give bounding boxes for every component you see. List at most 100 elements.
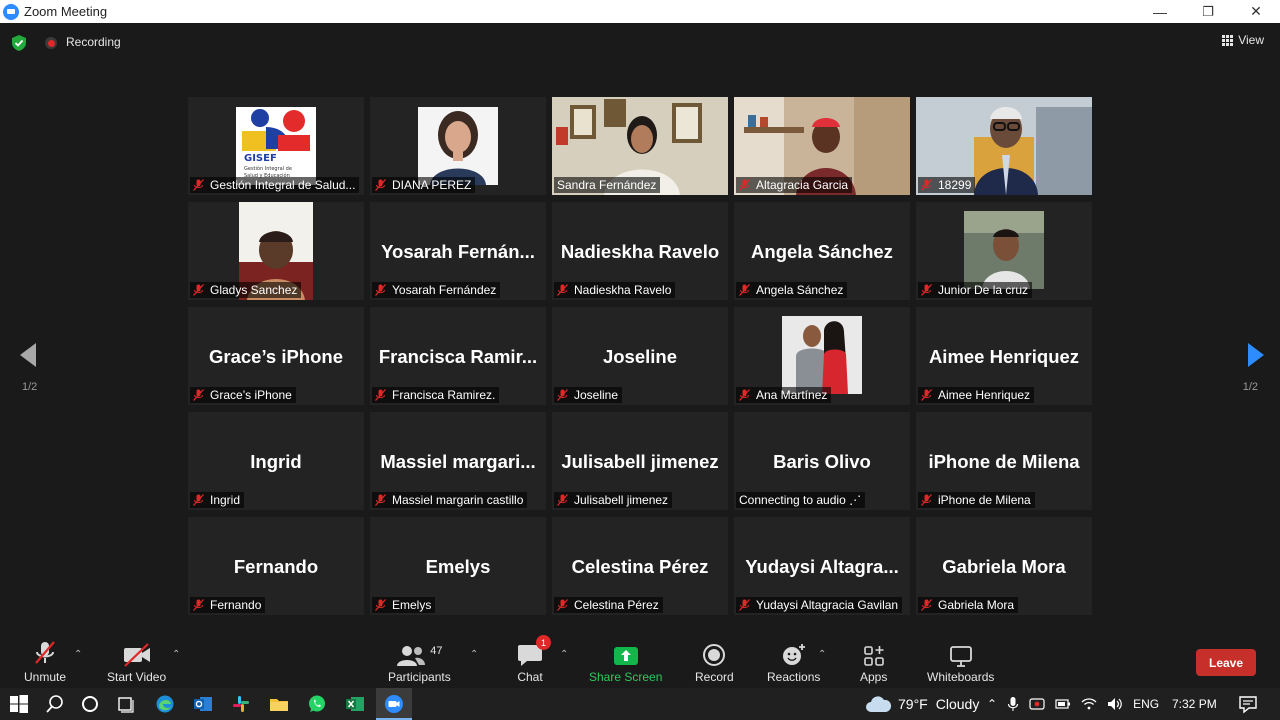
participant-tile[interactable]: Celestina Pérez Celestina Pérez xyxy=(552,517,728,615)
participants-count: 47 xyxy=(430,645,443,657)
search-icon[interactable] xyxy=(45,694,65,714)
participant-tile[interactable]: Baris Olivo Connecting to audio ⋰ xyxy=(734,412,910,510)
chat-options-chevron-icon[interactable]: ⌃ xyxy=(560,649,568,660)
audio-options-chevron-icon[interactable]: ⌃ xyxy=(74,649,82,660)
wifi-icon[interactable] xyxy=(1081,696,1097,712)
previous-page-icon[interactable] xyxy=(18,343,42,367)
recording-status[interactable]: Recording xyxy=(66,35,121,49)
participant-name-label: Emelys xyxy=(372,597,436,613)
participant-tile[interactable]: iPhone de Milena iPhone de Milena xyxy=(916,412,1092,510)
participant-name-label: 18299 xyxy=(918,177,976,193)
participant-tile[interactable]: 18299 xyxy=(916,97,1092,195)
participant-tile[interactable]: Sandra Fernández xyxy=(552,97,728,195)
edge-browser-icon[interactable] xyxy=(155,694,175,714)
participant-photo xyxy=(418,107,498,185)
participant-photo xyxy=(964,211,1044,289)
page-indicator-right: 1/2 xyxy=(1242,381,1258,393)
participant-name-label: Massiel margarin castillo xyxy=(372,492,528,508)
leave-button[interactable]: Leave xyxy=(1196,649,1256,676)
windows-taskbar: 79°F Cloudy ⌃ ENG 7:32 PM xyxy=(0,688,1280,720)
restore-button[interactable]: ❐ xyxy=(1184,0,1232,23)
participant-tile[interactable]: Altagracia Garcia xyxy=(734,97,910,195)
participant-tile[interactable]: Fernando Fernando xyxy=(188,517,364,615)
participant-tile[interactable]: Yudaysi Altagra... Yudaysi Altagracia Gav… xyxy=(734,517,910,615)
participant-tile[interactable]: Aimee Henriquez Aimee Henriquez xyxy=(916,307,1092,405)
battery-icon[interactable] xyxy=(1055,696,1071,712)
participants-options-chevron-icon[interactable]: ⌃ xyxy=(470,649,478,660)
participant-tile[interactable]: Nadieskha Ravelo Nadieskha Ravelo xyxy=(552,202,728,300)
excel-icon[interactable] xyxy=(345,694,365,714)
participant-display-name: Grace’s iPhone xyxy=(208,346,343,367)
share-screen-button[interactable]: Share Screen xyxy=(589,639,662,684)
participant-tile[interactable]: Gabriela Mora Gabriela Mora xyxy=(916,517,1092,615)
weather-widget[interactable]: 79°F Cloudy xyxy=(864,688,979,720)
clock[interactable]: 7:32 PM xyxy=(1172,688,1217,720)
participant-name: Gladys Sanchez xyxy=(210,283,298,297)
muted-mic-icon xyxy=(921,599,932,611)
participant-tile[interactable]: Julisabell jimenez Julisabell jimenez xyxy=(552,412,728,510)
participant-display-name: Aimee Henriquez xyxy=(928,346,1080,367)
participant-name-label: iPhone de Milena xyxy=(918,492,1035,508)
file-explorer-icon[interactable] xyxy=(269,694,289,714)
muted-mic-icon xyxy=(193,599,204,611)
muted-mic-icon xyxy=(375,494,386,506)
participant-tile[interactable]: Angela Sánchez Angela Sánchez xyxy=(734,202,910,300)
chat-button[interactable]: 1 Chat xyxy=(517,635,551,684)
participant-display-name: Celestina Pérez xyxy=(571,556,709,577)
participant-tile[interactable]: Joseline Joseline xyxy=(552,307,728,405)
cortana-icon[interactable] xyxy=(80,694,100,714)
participant-tile[interactable]: Francisca Ramir... Francisca Ramirez. xyxy=(370,307,546,405)
view-button[interactable]: View xyxy=(1222,33,1264,47)
video-options-chevron-icon[interactable]: ⌃ xyxy=(172,649,180,660)
microphone-in-use-icon[interactable] xyxy=(1007,696,1019,712)
close-button[interactable]: ✕ xyxy=(1232,0,1280,23)
participant-name: Francisca Ramirez. xyxy=(392,388,496,402)
windows-start-icon[interactable] xyxy=(9,694,29,714)
apps-button[interactable]: Apps xyxy=(860,639,887,684)
reactions-button[interactable]: Reactions xyxy=(767,639,820,684)
record-button[interactable]: Record xyxy=(695,639,734,684)
unmute-button[interactable]: Unmute xyxy=(24,639,66,684)
muted-mic-icon xyxy=(375,389,386,401)
screen-capture-icon[interactable] xyxy=(1029,696,1045,712)
participant-tile[interactable]: Massiel margari... Massiel margarin casti… xyxy=(370,412,546,510)
input-language[interactable]: ENG xyxy=(1133,697,1159,711)
slack-icon[interactable] xyxy=(231,694,251,714)
task-view-icon[interactable] xyxy=(116,694,136,714)
participant-tile[interactable]: Ingrid Ingrid xyxy=(188,412,364,510)
chat-label: Chat xyxy=(517,670,543,684)
muted-mic-icon xyxy=(921,284,932,296)
volume-icon[interactable] xyxy=(1107,696,1123,712)
participant-display-name: Baris Olivo xyxy=(773,451,871,472)
participant-tile[interactable]: Ana Martínez xyxy=(734,307,910,405)
grid-view-icon xyxy=(1222,34,1234,46)
next-page-icon[interactable] xyxy=(1242,343,1266,367)
participant-tile[interactable]: Grace’s iPhone Grace’s iPhone xyxy=(188,307,364,405)
participant-tile[interactable]: Yosarah Fernán... Yosarah Fernández xyxy=(370,202,546,300)
system-tray: ⌃ ENG xyxy=(987,688,1159,720)
muted-mic-icon xyxy=(193,284,204,296)
page-indicator-left: 1/2 xyxy=(22,381,38,393)
participant-tile[interactable]: Junior De la cruz xyxy=(916,202,1092,300)
start-video-button[interactable]: Start Video xyxy=(107,639,166,684)
participant-tile[interactable]: Emelys Emelys xyxy=(370,517,546,615)
participant-name-label: Yosarah Fernández xyxy=(372,282,501,298)
whiteboards-button[interactable]: Whiteboards xyxy=(927,639,994,684)
participant-name-label: Yudaysi Altagracia Gavilan xyxy=(736,597,903,613)
participants-button[interactable]: 47 Participants xyxy=(388,639,451,684)
participant-display-name: iPhone de Milena xyxy=(928,451,1080,472)
participant-tile[interactable]: DIANA PEREZ xyxy=(370,97,546,195)
show-hidden-icons-chevron-icon[interactable]: ⌃ xyxy=(987,697,997,711)
muted-mic-icon xyxy=(921,389,932,401)
minimize-button[interactable]: — xyxy=(1136,0,1184,23)
outlook-icon[interactable] xyxy=(193,694,213,714)
reactions-options-chevron-icon[interactable]: ⌃ xyxy=(818,649,826,660)
zoom-taskbar-item[interactable] xyxy=(376,688,412,720)
participant-name-label: Gabriela Mora xyxy=(918,597,1019,613)
participant-tile[interactable]: Gladys Sanchez xyxy=(188,202,364,300)
notifications-icon[interactable] xyxy=(1238,694,1258,714)
participant-name-label: Francisca Ramirez. xyxy=(372,387,500,403)
security-shield-icon[interactable] xyxy=(12,35,26,51)
whatsapp-icon[interactable] xyxy=(307,694,327,714)
participant-tile[interactable]: GISEF Gestión Integral de Salud y Educació… xyxy=(188,97,364,195)
